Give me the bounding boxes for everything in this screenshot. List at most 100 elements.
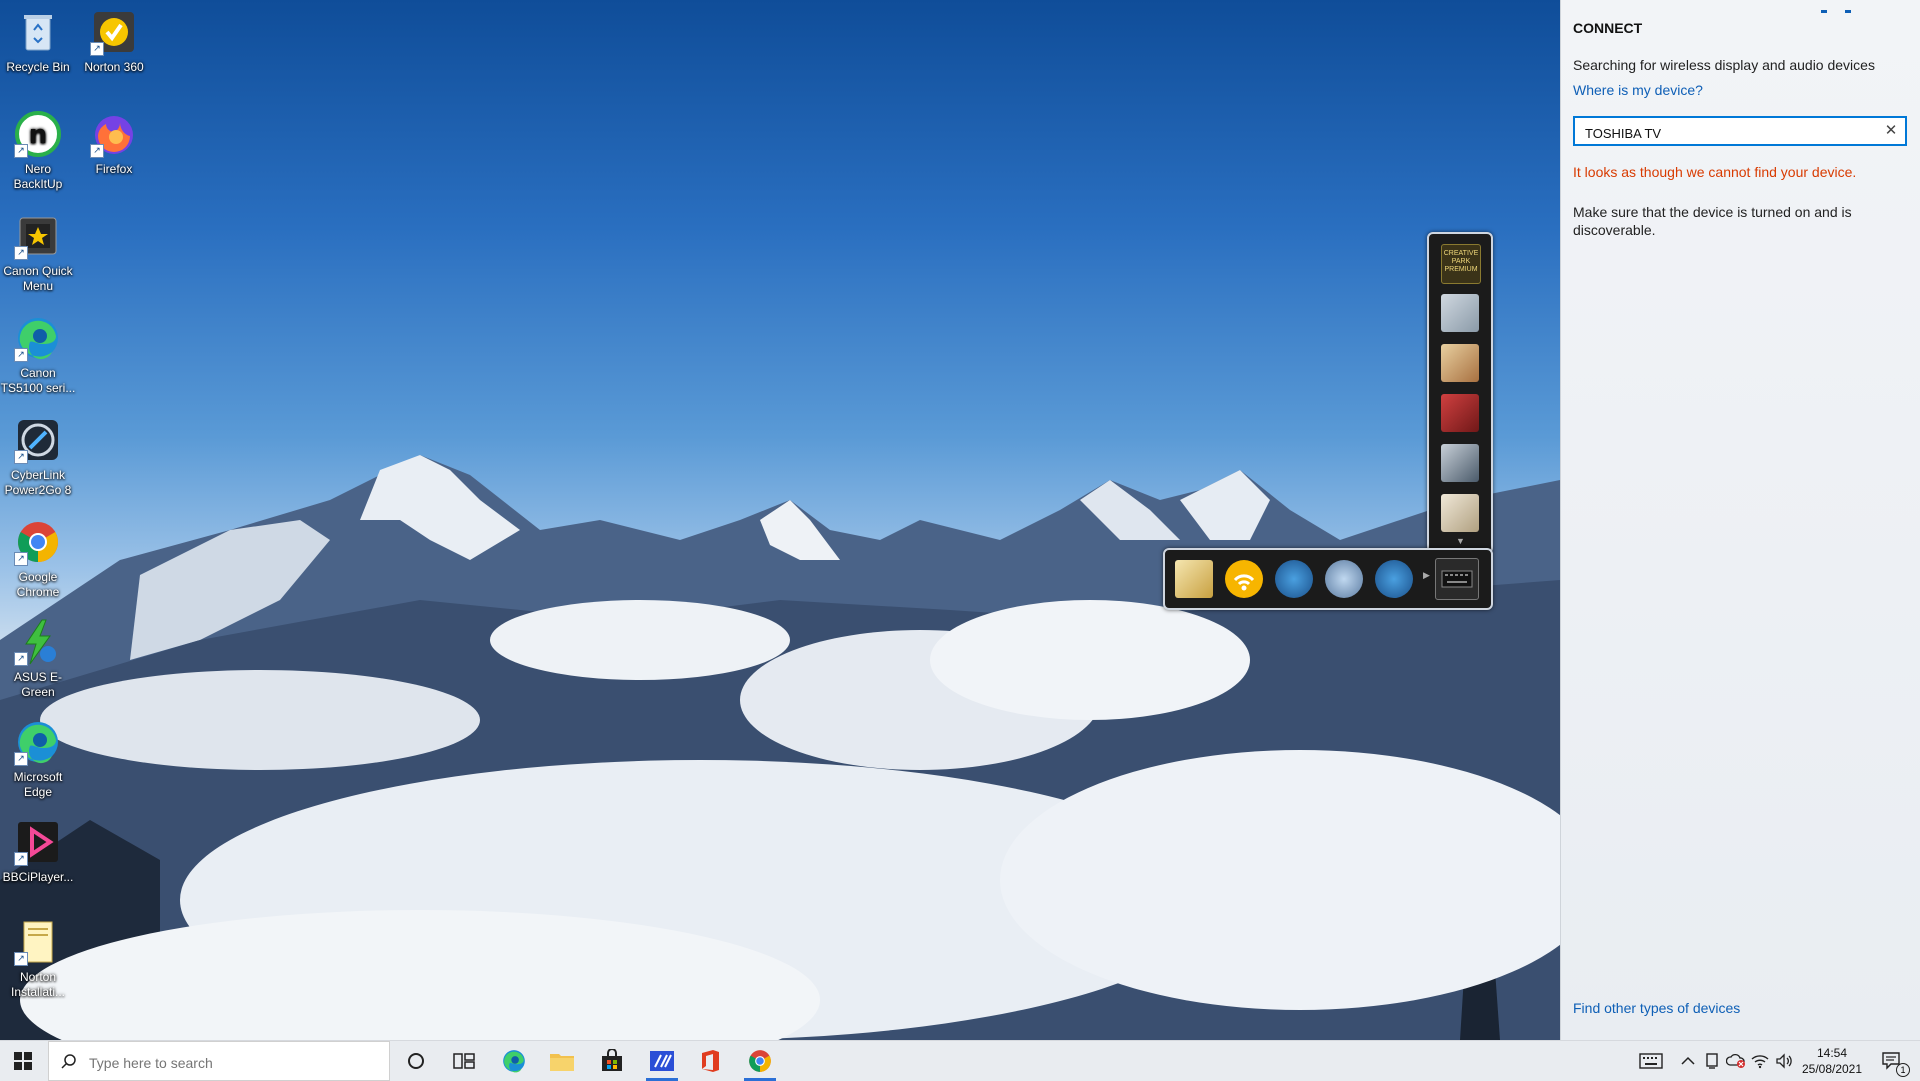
desktop-icon-label: Norton 360 [84, 60, 144, 74]
find-other-devices-link[interactable]: Find other types of devices [1573, 1000, 1740, 1016]
desktop-icon-label: Firefox [95, 162, 133, 176]
device-search-box[interactable]: ✕ [1573, 116, 1907, 146]
taskbar-file-explorer-button[interactable] [538, 1041, 586, 1081]
chrome-icon [749, 1050, 771, 1072]
creative-park-premium-icon[interactable]: CREATIVE PARK PREMIUM [1441, 244, 1481, 284]
desktop-icon-label: Microsoft Edge [13, 770, 63, 799]
cortana-button[interactable] [392, 1041, 440, 1081]
wireless-icon[interactable] [1225, 560, 1263, 598]
exit-icon[interactable] [1375, 560, 1413, 598]
easy-photo-icon[interactable] [1441, 344, 1479, 382]
edge-icon [503, 1050, 525, 1073]
taskbar: 14:54 25/08/2021 1 [0, 1040, 1920, 1081]
task-view-button[interactable] [440, 1041, 488, 1081]
tray-network-button[interactable] [1748, 1041, 1772, 1081]
shortcut-arrow-icon: ↗ [14, 144, 28, 158]
shortcut-arrow-icon: ↗ [14, 348, 28, 362]
desktop-wallpaper [0, 0, 1560, 1040]
shortcut-arrow-icon: ↗ [14, 652, 28, 666]
shortcut-arrow-icon: ↗ [14, 752, 28, 766]
device-hint-text: Make sure that the device is turned on a… [1573, 204, 1852, 238]
taskbar-edge-button[interactable] [490, 1041, 538, 1081]
taskbar-store-button[interactable] [588, 1041, 636, 1081]
shortcut-arrow-icon: ↗ [14, 852, 28, 866]
desktop-icon-canon-ts5100[interactable]: ↗ Canon TS5100 seri... [0, 308, 76, 396]
desktop-icon-label: Nero BackItUp [13, 162, 63, 191]
device-icon [1706, 1053, 1718, 1069]
photo-album-icon[interactable] [1441, 494, 1479, 532]
taskbar-office-button[interactable] [686, 1041, 734, 1081]
documents-icon[interactable] [1175, 560, 1213, 598]
tray-keyboard-button[interactable] [1636, 1041, 1666, 1081]
desktop-icon-label: BBCiPlayer... [2, 870, 74, 884]
show-hidden-icons-button[interactable] [1676, 1041, 1700, 1081]
panel-top-accent [1821, 0, 1881, 13]
panel-title: CONNECT [1573, 20, 1643, 36]
nero-icon: n ↗ [14, 110, 62, 158]
desktop-icon-canon-quick-menu[interactable]: ↗ Canon Quick Menu [0, 206, 76, 294]
desktop-icon-label: Canon Quick Menu [3, 264, 73, 293]
touch-keyboard-icon [1639, 1053, 1663, 1069]
desktop-icon-label: CyberLink Power2Go 8 [4, 468, 72, 497]
shortcut-arrow-icon: ↗ [14, 552, 28, 566]
tray-device-button[interactable] [1700, 1041, 1724, 1081]
action-center-button[interactable]: 1 [1872, 1041, 1912, 1081]
error-message: It looks as though we cannot find your d… [1573, 164, 1857, 180]
firefox-icon: ↗ [90, 110, 138, 158]
tray-onedrive-button[interactable] [1724, 1041, 1748, 1081]
my-image-garden-icon[interactable] [1441, 394, 1479, 432]
desktop-icon-norton-installation[interactable]: ↗ Norton Installati... [0, 912, 76, 1000]
clock-time: 14:54 [1816, 1046, 1848, 1060]
canon-toolbar-horizontal: ▶ [1163, 548, 1493, 610]
desktop-icon-cyberlink-power2go[interactable]: ↗ CyberLink Power2Go 8 [0, 410, 76, 498]
recycle-bin-icon [14, 8, 62, 56]
shortcut-arrow-icon: ↗ [14, 450, 28, 464]
file-icon: ↗ [14, 918, 62, 966]
desktop-icon-label: Canon TS5100 seri... [0, 366, 76, 395]
task-view-icon [453, 1053, 475, 1069]
creative-park-badge-text: CREATIVE PARK PREMIUM [1443, 250, 1479, 273]
photo-print-icon[interactable] [1441, 294, 1479, 332]
device-search-input[interactable] [1583, 122, 1877, 144]
start-button[interactable] [0, 1041, 46, 1081]
desktop-icon-asus-e-green[interactable]: ↗ ASUS E-Green [0, 612, 76, 700]
taskbar-clock[interactable]: 14:54 25/08/2021 [1782, 1045, 1882, 1077]
clock-date: 25/08/2021 [1801, 1062, 1863, 1076]
desktop-icon-norton-360[interactable]: ↗ Norton 360 [76, 2, 152, 75]
store-bag-icon [602, 1049, 622, 1071]
shortcut-arrow-icon: ↗ [90, 42, 104, 56]
shortcut-arrow-icon: ↗ [14, 952, 28, 966]
desktop-icon-bbc-iplayer[interactable]: ↗ BBCiPlayer... [0, 812, 76, 885]
desktop-icon-label: Norton Installati... [10, 970, 66, 999]
windows-logo-icon [14, 1052, 32, 1070]
wallpaper-clouds [20, 600, 1560, 1040]
cloud-error-icon [1726, 1053, 1745, 1068]
svg-text:n: n [29, 120, 48, 150]
desktop-icon-recycle-bin[interactable]: Recycle Bin [0, 2, 76, 75]
scroll-down-icon[interactable]: ▼ [1456, 536, 1465, 546]
clear-input-icon[interactable]: ✕ [1883, 123, 1899, 139]
scroll-right-icon[interactable]: ▶ [1423, 570, 1430, 581]
taskbar-search-box[interactable] [48, 1041, 390, 1081]
taskbar-chrome-button[interactable] [736, 1041, 784, 1081]
connect-panel: CONNECT Searching for wireless display a… [1560, 0, 1920, 1040]
help-icon[interactable] [1325, 560, 1363, 598]
desktop-icon-microsoft-edge[interactable]: ↗ Microsoft Edge [0, 712, 76, 800]
chevron-up-icon [1681, 1056, 1695, 1065]
keyboard-icon[interactable] [1435, 558, 1479, 600]
app-window-icon [650, 1051, 674, 1071]
taskbar-app-button[interactable] [638, 1041, 686, 1081]
wifi-icon [1751, 1055, 1769, 1069]
where-is-my-device-link[interactable]: Where is my device? [1573, 82, 1703, 98]
taskbar-search-input[interactable] [87, 1052, 381, 1074]
printer-icon[interactable] [1441, 444, 1479, 482]
desktop-icon-firefox[interactable]: ↗ Firefox [76, 104, 152, 177]
desktop-icon-google-chrome[interactable]: ↗ Google Chrome [0, 512, 76, 600]
canon-toolbar-vertical: CREATIVE PARK PREMIUM ▼ [1427, 232, 1493, 554]
shortcut-arrow-icon: ↗ [14, 246, 28, 260]
bbc-iplayer-icon: ↗ [14, 818, 62, 866]
norton-icon: ↗ [90, 8, 138, 56]
online-shop-icon[interactable] [1275, 560, 1313, 598]
desktop-icon-nero-backitup[interactable]: n ↗ Nero BackItUp [0, 104, 76, 192]
desktop-icon-label: ASUS E-Green [13, 670, 62, 699]
